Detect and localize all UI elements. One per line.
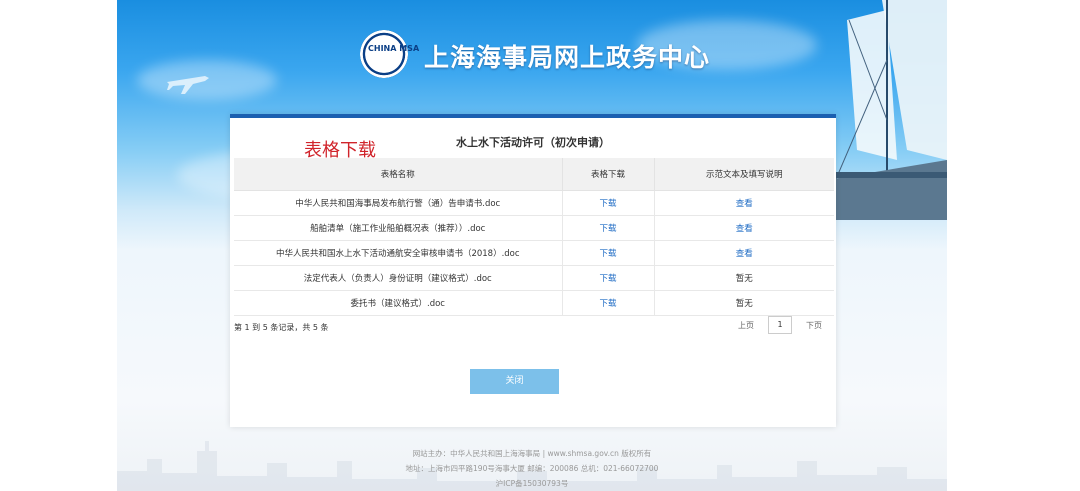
table-row: 中华人民共和国水上水下活动通航安全审核申请书（2018）.doc 下载 查看 bbox=[234, 240, 834, 266]
download-link[interactable]: 下载 bbox=[599, 274, 616, 284]
close-button[interactable]: 关闭 bbox=[470, 369, 559, 394]
table-row: 中华人民共和国海事局发布航行警（通）告申请书.doc 下载 查看 bbox=[234, 190, 834, 216]
download-link[interactable]: 下载 bbox=[599, 199, 616, 209]
form-name-cell: 中华人民共和国水上水下活动通航安全审核申请书（2018）.doc bbox=[234, 240, 563, 266]
form-download-panel: 表格下载 水上水下活动许可（初次申请） 表格名称 表格下载 示范文本及填写说明 … bbox=[230, 114, 836, 427]
sample-unavailable-text: 暂无 bbox=[654, 265, 834, 291]
panel-title: 水上水下活动许可（初次申请） bbox=[456, 136, 610, 149]
forms-table: 表格名称 表格下载 示范文本及填写说明 中华人民共和国海事局发布航行警（通）告申… bbox=[234, 158, 834, 316]
view-sample-link[interactable]: 查看 bbox=[736, 249, 753, 259]
form-name-cell: 中华人民共和国海事局发布航行警（通）告申请书.doc bbox=[234, 190, 563, 216]
page-margin-left bbox=[0, 0, 117, 491]
view-sample-link[interactable]: 查看 bbox=[736, 199, 753, 209]
airplane-icon bbox=[167, 76, 209, 94]
table-row: 法定代表人（负责人）身份证明（建议格式）.doc 下载 暂无 bbox=[234, 265, 834, 291]
form-name-cell: 法定代表人（负责人）身份证明（建议格式）.doc bbox=[234, 265, 563, 291]
sample-unavailable-text: 暂无 bbox=[654, 290, 834, 316]
column-header-form-name: 表格名称 bbox=[234, 158, 563, 191]
page-number-box[interactable]: 1 bbox=[768, 316, 792, 334]
column-header-sample: 示范文本及填写说明 bbox=[654, 158, 834, 191]
footer-sponsor: 网站主办：中华人民共和国上海海事局 | www.shmsa.gov.cn 版权所… bbox=[412, 449, 652, 458]
prev-page-button[interactable]: 上页 bbox=[732, 320, 760, 331]
form-name-cell: 委托书（建议格式）.doc bbox=[234, 290, 563, 316]
next-page-button[interactable]: 下页 bbox=[800, 320, 828, 331]
page-frame: CHINA MSA 上海海事局网上政务中心 表格下载 水上水下活动许可（初次申请… bbox=[117, 0, 947, 491]
pagination-info: 第 1 到 5 条记录，共 5 条 bbox=[234, 323, 329, 332]
footer-address: 地址：上海市四平路190号海事大厦 邮编：200086 总机：021-66072… bbox=[405, 464, 659, 473]
view-sample-link[interactable]: 查看 bbox=[736, 224, 753, 234]
download-link[interactable]: 下载 bbox=[599, 224, 616, 234]
download-link[interactable]: 下载 bbox=[599, 249, 616, 259]
page-margin-right bbox=[947, 0, 1080, 491]
table-row: 委托书（建议格式）.doc 下载 暂无 bbox=[234, 290, 834, 316]
footer-icp: 沪ICP备15030793号 bbox=[495, 479, 569, 488]
form-name-cell: 船舶清单（施工作业船舶概况表（推荐））.doc bbox=[234, 215, 563, 241]
pagination: 上页 1 下页 bbox=[732, 316, 828, 334]
site-title: 上海海事局网上政务中心 bbox=[424, 43, 711, 72]
msa-logo-text: CHINA MSA bbox=[368, 44, 420, 53]
download-link[interactable]: 下载 bbox=[599, 299, 616, 309]
table-header-row: 表格名称 表格下载 示范文本及填写说明 bbox=[234, 158, 834, 191]
msa-logo bbox=[360, 30, 408, 78]
column-header-download: 表格下载 bbox=[562, 158, 655, 191]
table-row: 船舶清单（施工作业船舶概况表（推荐））.doc 下载 查看 bbox=[234, 215, 834, 241]
